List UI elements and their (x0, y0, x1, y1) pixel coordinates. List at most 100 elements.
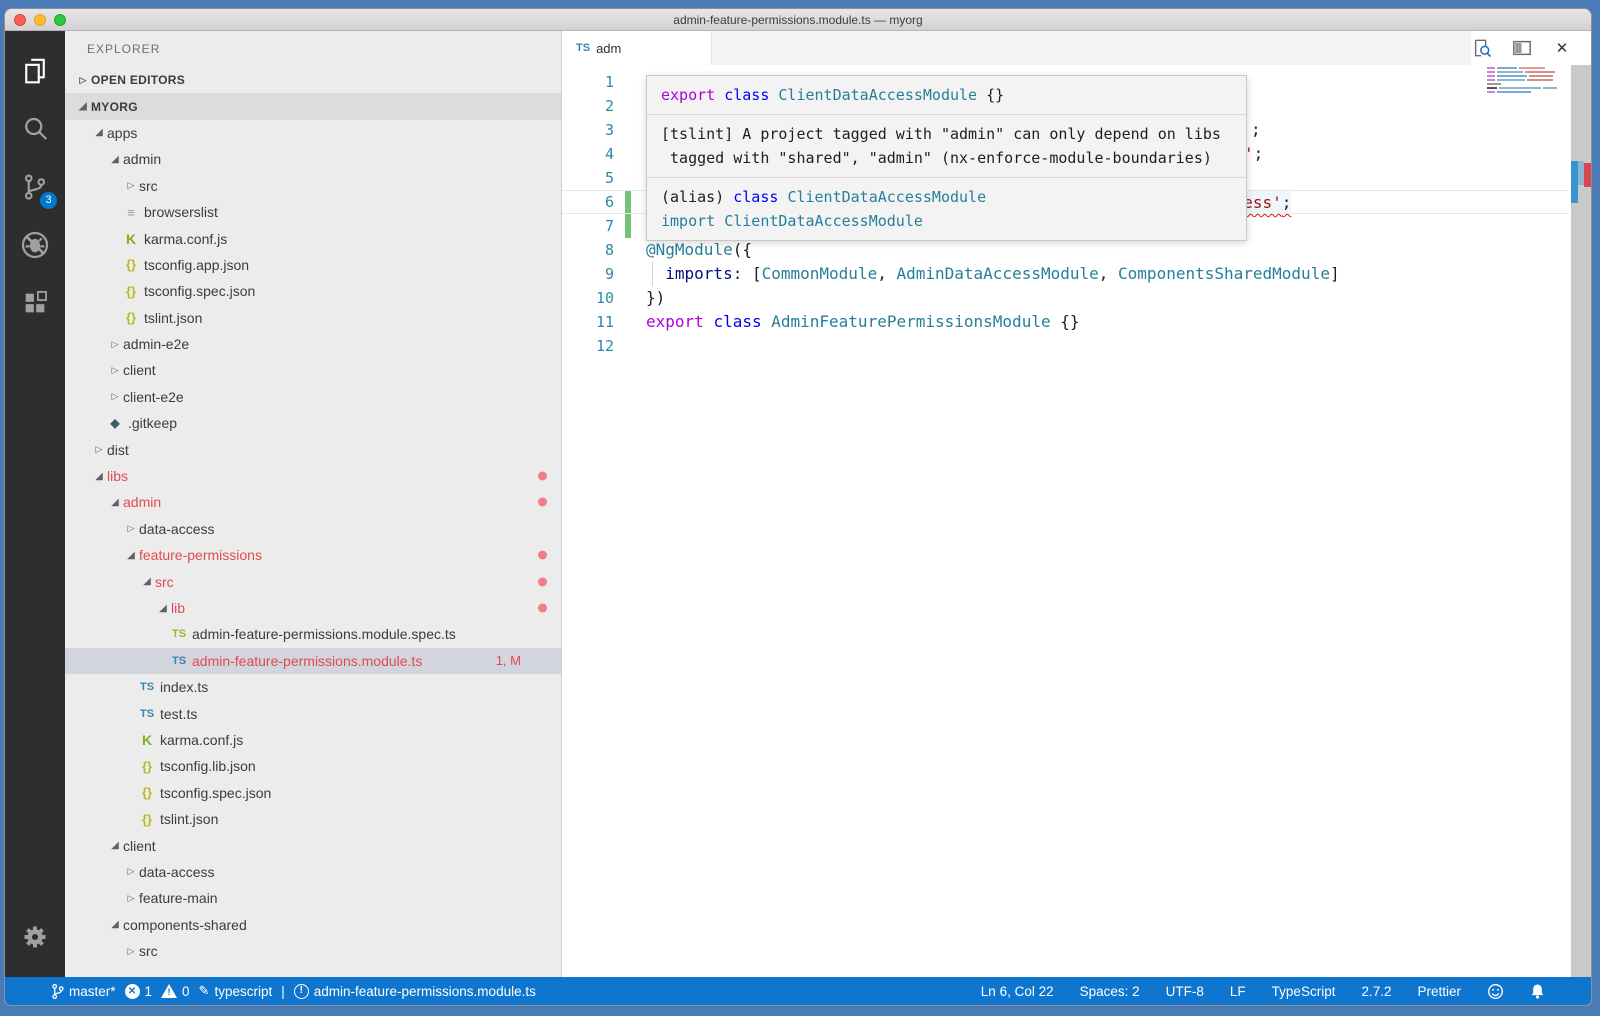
overview-ruler[interactable] (1571, 65, 1591, 977)
code-line[interactable]: @NgModule({ (562, 238, 1569, 262)
tree-item[interactable]: K karma.conf.js (65, 225, 561, 251)
tree-item[interactable]: ◢ src (65, 568, 561, 594)
tree-item[interactable]: ◢ client (65, 832, 561, 858)
tree-item[interactable]: ◆ .gitkeep (65, 410, 561, 436)
tree-item[interactable]: ◢ components-shared (65, 912, 561, 938)
close-editor-icon[interactable]: ✕ (1551, 37, 1573, 59)
code-token: }) (646, 288, 665, 307)
code-token: AdminDataAccessModule (896, 264, 1098, 283)
ts-version[interactable]: 2.7.2 (1361, 984, 1391, 999)
feedback-smiley-icon[interactable] (1487, 983, 1504, 1000)
folder-arrow-icon: ◢ (107, 154, 123, 165)
code-line[interactable]: imports: [CommonModule, AdminDataAccessM… (562, 262, 1569, 286)
explorer-icon[interactable] (11, 45, 59, 97)
tree-item[interactable]: {} tslint.json (65, 806, 561, 832)
indentation[interactable]: Spaces: 2 (1080, 984, 1140, 999)
tree-item[interactable]: {} tsconfig.lib.json (65, 753, 561, 779)
tree-item[interactable]: ≡ browserslist (65, 199, 561, 225)
tree-item[interactable]: ◢ admin (65, 489, 561, 515)
tree-item[interactable]: ◢ apps (65, 120, 561, 146)
tree-item[interactable]: ◢ admin (65, 146, 561, 172)
status-separator: | (281, 984, 285, 999)
tree-item[interactable]: ◢ libs (65, 463, 561, 489)
tree-item-label: admin-feature-permissions.module.ts (192, 653, 422, 669)
scm-changes-badge: 3 (40, 192, 57, 209)
formatter[interactable]: Prettier (1417, 984, 1461, 999)
tree-item[interactable]: ▷ client-e2e (65, 384, 561, 410)
tree-item[interactable]: {} tsconfig.spec.json (65, 780, 561, 806)
hover-tooltip: export class ClientDataAccessModule {} [… (646, 75, 1247, 241)
tree-item[interactable]: TS index.ts (65, 674, 561, 700)
tree-item[interactable]: {} tsconfig.spec.json (65, 278, 561, 304)
code-line[interactable]: }) (562, 286, 1569, 310)
tree-item[interactable]: ▷ data-access (65, 516, 561, 542)
search-icon[interactable] (11, 103, 59, 155)
git-branch-status[interactable]: master* (51, 983, 116, 1000)
debug-disabled-icon[interactable] (11, 219, 59, 271)
encoding[interactable]: UTF-8 (1166, 984, 1204, 999)
tree-item[interactable]: ▷ data-access (65, 859, 561, 885)
tree-item[interactable]: TS admin-feature-permissions.module.spec… (65, 621, 561, 647)
karma-file-icon: K (123, 231, 139, 247)
title-bar[interactable]: admin-feature-permissions.module.ts — my… (5, 9, 1591, 31)
folder-arrow-icon: ▷ (123, 946, 139, 957)
branch-name: master* (69, 984, 116, 999)
errors-status[interactable]: ✕ 1 (125, 984, 153, 999)
tree-item[interactable]: ▷ OPEN EDITORS (65, 67, 561, 93)
language-mode[interactable]: TypeScript (1272, 984, 1336, 999)
folder-arrow-icon: ◢ (91, 471, 107, 482)
traffic-lights (14, 14, 66, 26)
tree-item-label: client (123, 838, 156, 854)
folder-arrow-icon: ▷ (123, 866, 139, 877)
cursor-position[interactable]: Ln 6, Col 22 (981, 984, 1054, 999)
git-file-icon: ◆ (107, 416, 123, 430)
tree-item[interactable]: ◢ MYORG (65, 93, 561, 119)
minimize-window-button[interactable] (34, 14, 46, 26)
source-control-icon[interactable]: 3 (11, 161, 59, 213)
ts-file-icon: TS (139, 681, 155, 693)
code-token: ; (1282, 193, 1292, 212)
tree-item[interactable]: ◢ feature-permissions (65, 542, 561, 568)
linter-status[interactable]: ✎ typescript (199, 983, 273, 999)
tree-item-label: feature-permissions (139, 547, 262, 563)
tree-item[interactable]: ▷ dist (65, 436, 561, 462)
json-file-icon: {} (123, 284, 139, 299)
active-file-name: admin-feature-permissions.module.ts (314, 984, 536, 999)
settings-gear-icon[interactable] (11, 911, 59, 963)
close-window-button[interactable] (14, 14, 26, 26)
notifications-bell-icon[interactable] (1530, 983, 1545, 1000)
open-preview-icon[interactable] (1471, 37, 1493, 59)
tree-item[interactable]: ◢ lib (65, 595, 561, 621)
tree-item[interactable]: K karma.conf.js (65, 727, 561, 753)
tree-item[interactable]: ▷ feature-main (65, 885, 561, 911)
code-token: ; (1254, 144, 1264, 163)
typescript-file-icon: TS (576, 42, 590, 54)
tree-item[interactable]: {} tsconfig.app.json (65, 252, 561, 278)
file-tree: ▷ OPEN EDITORS ◢ MYORG ◢ apps ◢ admin ▷ … (65, 67, 561, 977)
active-file-status[interactable]: ! admin-feature-permissions.module.ts (294, 984, 536, 999)
split-editor-icon[interactable] (1511, 37, 1533, 59)
tree-item[interactable]: ▷ client (65, 357, 561, 383)
code-token: ClientDataAccessModule (778, 86, 986, 104)
tree-item[interactable]: {} tslint.json (65, 305, 561, 331)
code-token: imports (646, 264, 733, 283)
eol-sequence[interactable]: LF (1230, 984, 1246, 999)
tree-item[interactable]: ▷ admin-e2e (65, 331, 561, 357)
code-token: export (646, 312, 713, 331)
tree-item[interactable]: TS test.ts (65, 700, 561, 726)
warnings-status[interactable]: ! 0 (161, 984, 190, 999)
extensions-icon[interactable] (11, 277, 59, 329)
code-editor[interactable]: 123456789101112 ;';import { ClientDataAc… (562, 65, 1591, 977)
code-line[interactable] (562, 334, 1569, 358)
browserslist-file-icon: ≡ (123, 205, 139, 220)
code-line[interactable]: export class AdminFeaturePermissionsModu… (562, 310, 1569, 334)
tree-item[interactable]: ▷ src (65, 938, 561, 964)
tree-item-label: src (155, 574, 174, 590)
tree-item-label: admin (123, 151, 161, 167)
minimap[interactable] (1487, 67, 1565, 95)
zoom-window-button[interactable] (54, 14, 66, 26)
tab-admin-feature-permissions[interactable]: TS adm (562, 31, 712, 65)
folder-arrow-icon: ◢ (91, 127, 107, 138)
tree-item[interactable]: ▷ src (65, 173, 561, 199)
tree-item[interactable]: TS admin-feature-permissions.module.ts 1… (65, 648, 561, 674)
